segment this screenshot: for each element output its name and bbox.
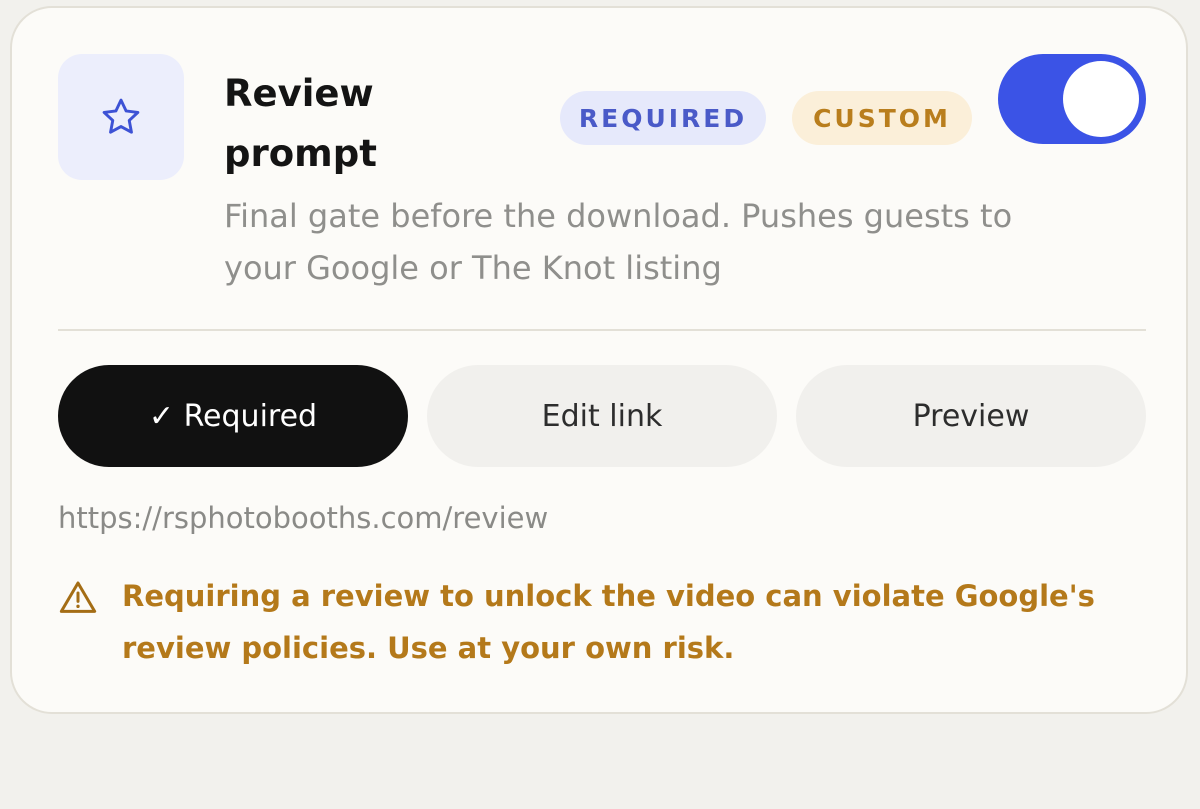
- card-title: Review prompt: [224, 72, 377, 175]
- warning-message: Requiring a review to unlock the video c…: [58, 570, 1158, 674]
- preview-button[interactable]: Preview: [796, 365, 1146, 467]
- star-icon: [102, 98, 140, 134]
- required-button[interactable]: ✓ Required: [58, 365, 408, 467]
- card-description: Final gate before the download. Pushes g…: [224, 197, 1013, 287]
- edit-link-button[interactable]: Edit link: [427, 365, 777, 467]
- review-url: https://rsphotobooths.com/review: [58, 501, 549, 535]
- custom-badge: CUSTOM: [792, 91, 972, 145]
- toggle-knob: [1063, 61, 1139, 137]
- required-badge: REQUIRED: [560, 91, 766, 145]
- enable-toggle[interactable]: [998, 54, 1146, 144]
- warning-triangle-icon: [59, 581, 97, 613]
- divider: [58, 329, 1146, 331]
- warning-text: Requiring a review to unlock the video c…: [122, 579, 1095, 665]
- review-prompt-card: Review prompt REQUIRED CUSTOM Final gate…: [10, 6, 1188, 714]
- star-icon-tile: [58, 54, 184, 180]
